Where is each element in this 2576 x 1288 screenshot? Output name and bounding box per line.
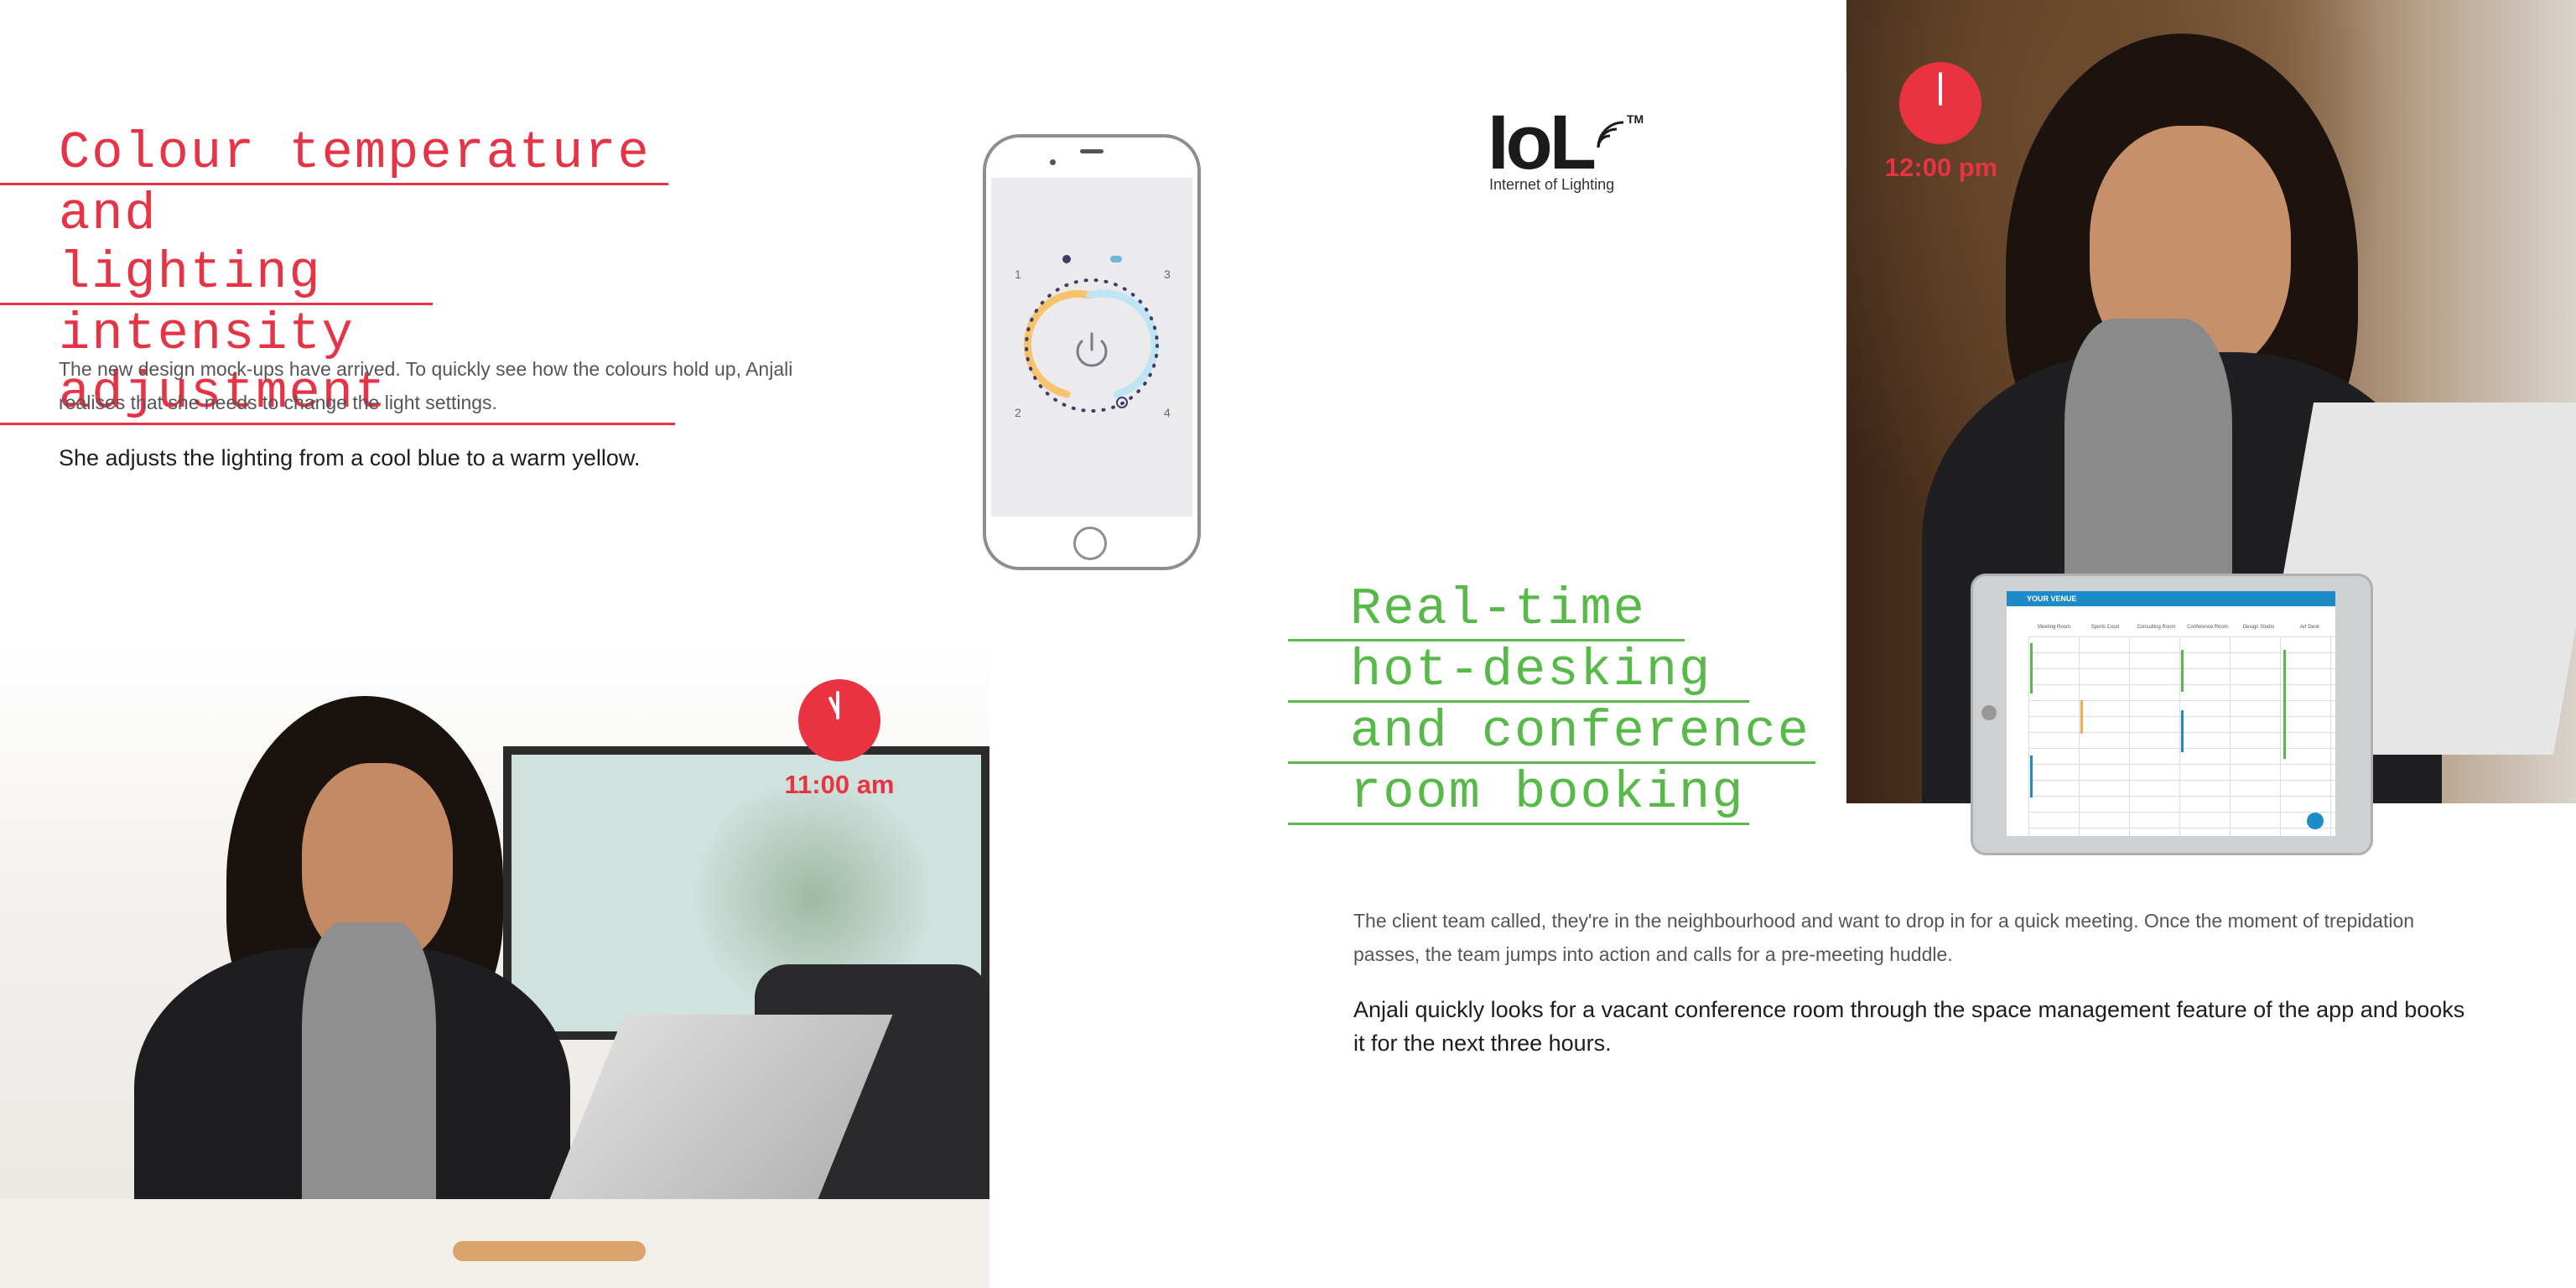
- booking-block[interactable]: [2181, 710, 2184, 752]
- booking-app-header: YOUR VENUE: [2007, 591, 2335, 606]
- booking-block[interactable]: [2030, 643, 2033, 693]
- dial-label: 2: [1015, 406, 1021, 419]
- venue-title: YOUR VENUE: [2027, 595, 2077, 603]
- lighting-emphasis: She adjusts the lighting from a cool blu…: [59, 445, 641, 470]
- column-header: Design Studio: [2242, 625, 2275, 630]
- chat-icon[interactable]: [2307, 813, 2324, 829]
- heading-line: room booking: [1288, 764, 1749, 825]
- calendar-columns: Meeting Room Sports Court Consulting Roo…: [2028, 625, 2335, 635]
- column-header: Consulting Room: [2137, 625, 2176, 630]
- logo-mark: IoL: [1488, 100, 1597, 185]
- booking-block[interactable]: [2080, 700, 2083, 734]
- column-header: Art Desk: [2299, 625, 2319, 630]
- toggle-icon: [1110, 256, 1122, 262]
- lighting-dial[interactable]: 1 2 3 4: [991, 178, 1192, 517]
- column-header: Conference Room: [2187, 625, 2228, 630]
- phone-speaker: [1080, 149, 1104, 153]
- booking-app-screen: YOUR VENUE Meeting Room Sports Court Con…: [2007, 591, 2335, 836]
- tablet-mockup: YOUR VENUE Meeting Room Sports Court Con…: [1971, 574, 2373, 855]
- iol-logo: IoL TM Internet of Lighting: [1488, 102, 1655, 195]
- heading-line: and lighting: [0, 185, 433, 305]
- dial-label: 1: [1015, 267, 1021, 281]
- heading-line: hot-desking: [1288, 641, 1749, 703]
- logo-tm: TM: [1627, 112, 1644, 126]
- phone-screen: 1 2 3 4: [991, 178, 1192, 517]
- logo-tagline: Internet of Lighting: [1489, 176, 1615, 193]
- booking-block[interactable]: [2283, 650, 2286, 759]
- column-header: Sports Court: [2090, 625, 2120, 630]
- cool-arc: [1086, 289, 1159, 398]
- booking-block[interactable]: [2181, 650, 2184, 692]
- home-button[interactable]: [1073, 527, 1107, 560]
- dial-label: 4: [1164, 406, 1171, 419]
- booking-heading: Real-time hot-desking and conference roo…: [1288, 580, 1875, 825]
- booking-body: The client team called, they're in the n…: [1353, 910, 2415, 965]
- booking-emphasis: Anjali quickly looks for a vacant confer…: [1353, 997, 2465, 1056]
- clock-icon: [1899, 62, 1981, 144]
- heading-line: Colour temperature: [0, 124, 668, 185]
- clock-time-noon: 12:00 pm: [1884, 153, 1998, 182]
- dial-label: 3: [1164, 267, 1171, 281]
- tablet-home-button[interactable]: [1981, 705, 1997, 720]
- phone-camera: [1050, 159, 1056, 165]
- sun-icon: [1062, 255, 1071, 263]
- phone-mockup: 1 2 3 4: [983, 134, 1201, 570]
- section-booking: Real-time hot-desking and conference roo…: [1288, 580, 1875, 825]
- clock-icon: [798, 679, 880, 761]
- booking-block[interactable]: [2030, 756, 2033, 797]
- lighting-body: The new design mock-ups have arrived. To…: [59, 358, 793, 413]
- heading-line: Real-time: [1288, 580, 1685, 641]
- phone-on-desk: [453, 1241, 646, 1261]
- clock-time-eleven: 11:00 am: [784, 770, 895, 799]
- heading-line: and conference: [1288, 703, 1815, 764]
- column-header: Meeting Room: [2037, 625, 2071, 630]
